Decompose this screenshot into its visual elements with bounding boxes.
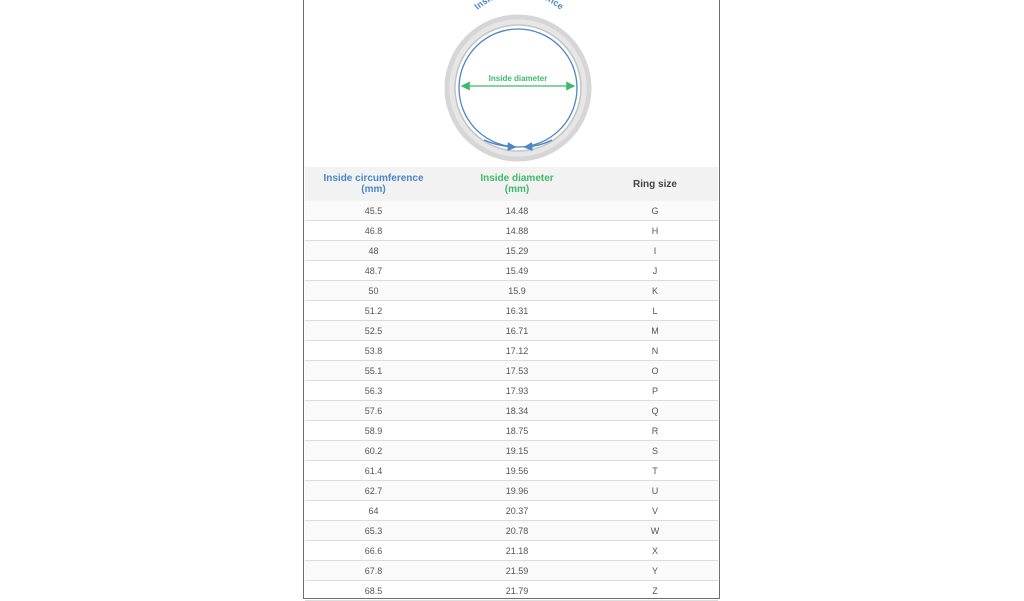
cell-diameter: 19.15 [442,440,592,461]
table-row: 45.5 14.48 G [305,201,718,221]
cell-diameter: 17.12 [442,340,592,361]
ring-size-chart: Inside diameter Inside circumference Ins… [303,0,720,601]
table-row: 55.1 17.53 O [305,360,718,381]
cell-diameter: 17.93 [442,380,592,401]
diameter-label: Inside diameter [489,74,548,83]
circumference-circle [458,28,578,148]
table-row: 58.9 18.75 R [305,420,718,441]
cell-diameter: 15.29 [442,240,592,261]
cell-diameter: 14.48 [442,201,592,221]
cell-ring-size: K [592,280,718,301]
cell-diameter: 18.34 [442,400,592,421]
circumference-label: Inside circumference [472,0,565,12]
ring-band [449,19,587,157]
cell-circumference: 58.9 [305,420,442,441]
cell-ring-size: T [592,460,718,481]
cell-circumference: 68.5 [305,580,442,601]
cell-circumference: 52.5 [305,320,442,341]
table-row: 62.7 19.96 U [305,480,718,501]
cell-circumference: 51.2 [305,300,442,321]
ring-illustration: Inside diameter Inside circumference [444,0,592,162]
table-row: 51.2 16.31 L [305,300,718,321]
table-row: 67.8 21.59 Y [305,560,718,581]
cell-circumference: 60.2 [305,440,442,461]
cell-diameter: 19.56 [442,460,592,481]
cell-ring-size: Z [592,580,718,601]
ring-size-table: Inside circumference (mm) Inside diamete… [305,167,718,601]
cell-diameter: 15.9 [442,280,592,301]
cell-ring-size: V [592,500,718,521]
table-row: 65.3 20.78 W [305,520,718,541]
table-row: 48.7 15.49 J [305,260,718,281]
table-row: 64 20.37 V [305,500,718,521]
cell-diameter: 16.71 [442,320,592,341]
cell-ring-size: O [592,360,718,381]
cell-circumference: 53.8 [305,340,442,361]
table-row: 46.8 14.88 H [305,220,718,241]
cell-circumference: 67.8 [305,560,442,581]
table-row: 50 15.9 K [305,280,718,301]
table-row: 48 15.29 I [305,240,718,261]
cell-diameter: 21.59 [442,560,592,581]
cell-circumference: 62.7 [305,480,442,501]
cell-ring-size: Y [592,560,718,581]
cell-ring-size: X [592,540,718,561]
cell-ring-size: J [592,260,718,281]
cell-ring-size: U [592,480,718,501]
header-ring-size: Ring size [592,167,718,201]
table-row: 52.5 16.71 M [305,320,718,341]
table-row: 56.3 17.93 P [305,380,718,401]
cell-ring-size: I [592,240,718,261]
ring-inner-edge [454,24,582,152]
cell-circumference: 46.8 [305,220,442,241]
cell-circumference: 48.7 [305,260,442,281]
table-row: 66.6 21.18 X [305,540,718,561]
cell-diameter: 19.96 [442,480,592,501]
cell-ring-size: L [592,300,718,321]
cell-ring-size: G [592,201,718,221]
cell-ring-size: H [592,220,718,241]
cell-circumference: 45.5 [305,201,442,221]
table-row: 57.6 18.34 Q [305,400,718,421]
cell-diameter: 21.79 [442,580,592,601]
cell-ring-size: R [592,420,718,441]
cell-diameter: 16.31 [442,300,592,321]
cell-circumference: 56.3 [305,380,442,401]
header-inside-diameter: Inside diameter (mm) [442,167,592,201]
cell-circumference: 66.6 [305,540,442,561]
table-row: 68.5 21.79 Z [305,580,718,601]
cell-diameter: 14.88 [442,220,592,241]
ring-diagram: Inside diameter Inside circumference [304,0,719,167]
cell-diameter: 21.18 [442,540,592,561]
cell-circumference: 65.3 [305,520,442,541]
cell-diameter: 17.53 [442,360,592,381]
cell-circumference: 61.4 [305,460,442,481]
ring-outer [444,14,592,162]
cell-diameter: 20.37 [442,500,592,521]
cell-ring-size: Q [592,400,718,421]
table-row: 61.4 19.56 T [305,460,718,481]
cell-diameter: 15.49 [442,260,592,281]
cell-ring-size: P [592,380,718,401]
cell-diameter: 18.75 [442,420,592,441]
cell-ring-size: N [592,340,718,361]
cell-ring-size: M [592,320,718,341]
cell-ring-size: S [592,440,718,461]
cell-circumference: 50 [305,280,442,301]
cell-circumference: 57.6 [305,400,442,421]
cell-circumference: 64 [305,500,442,521]
table-row: 60.2 19.15 S [305,440,718,461]
header-inside-circumference: Inside circumference (mm) [305,167,442,201]
cell-ring-size: W [592,520,718,541]
cell-circumference: 48 [305,240,442,261]
table-row: 53.8 17.12 N [305,340,718,361]
cell-circumference: 55.1 [305,360,442,381]
cell-diameter: 20.78 [442,520,592,541]
table-header-row: Inside circumference (mm) Inside diamete… [305,167,718,201]
